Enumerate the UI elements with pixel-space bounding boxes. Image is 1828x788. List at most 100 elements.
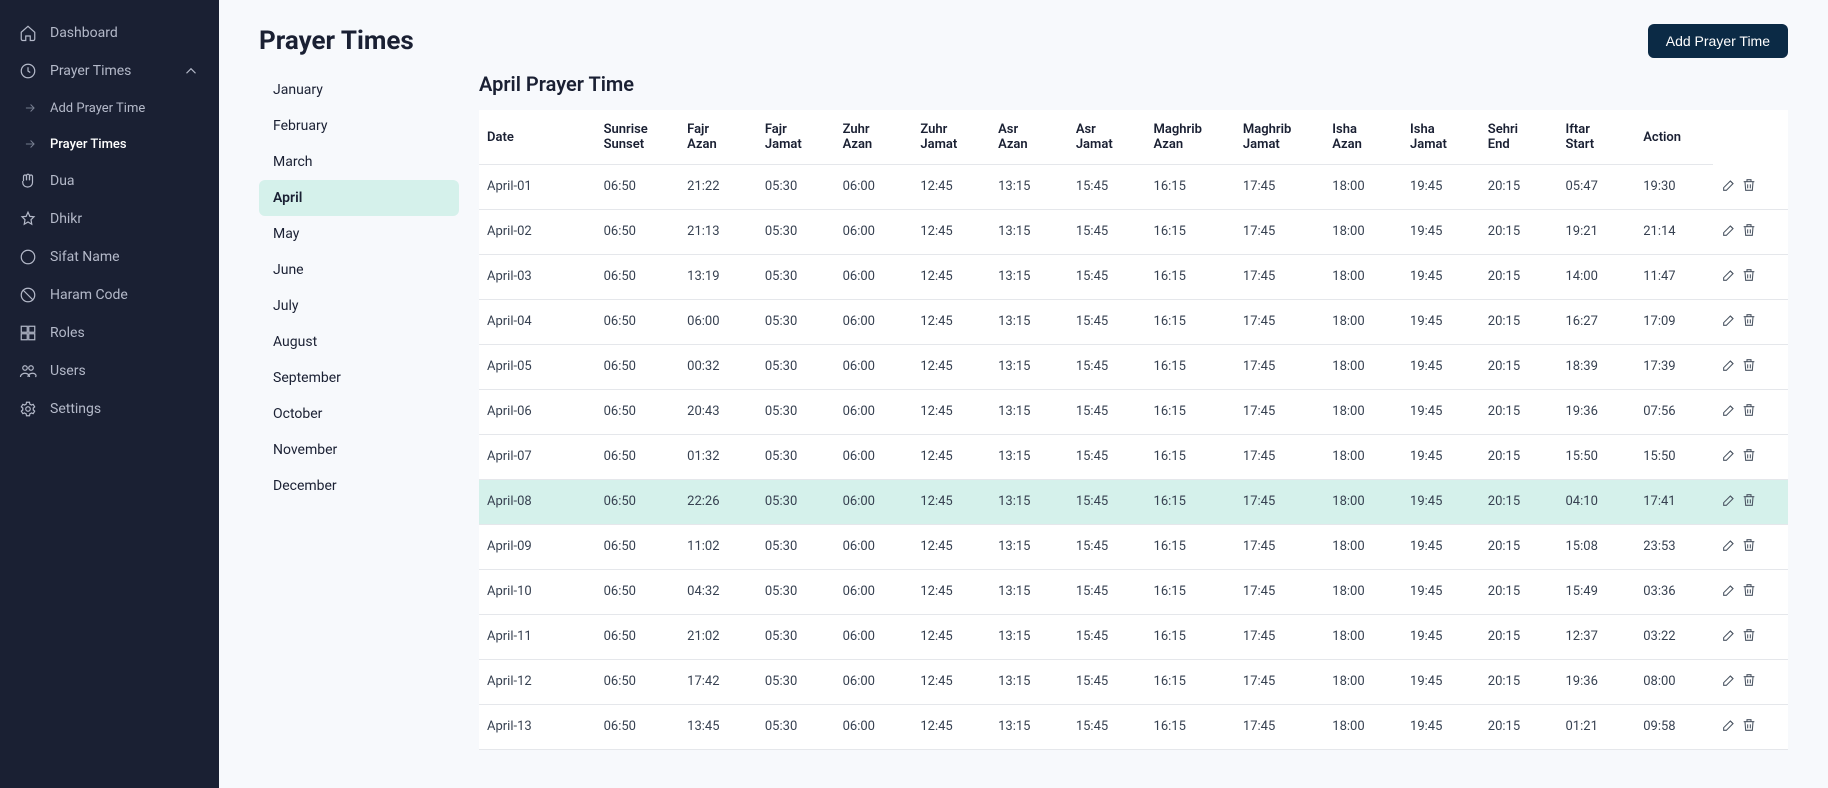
cell-value: 05:30: [757, 209, 835, 254]
month-subtitle: April Prayer Time: [479, 72, 1788, 96]
trash-icon[interactable]: [1741, 672, 1757, 692]
trash-icon[interactable]: [1741, 312, 1757, 332]
cell-value: 12:45: [912, 524, 990, 569]
cell-value: 19:45: [1402, 569, 1480, 614]
table-body: April-0106:5021:2205:3006:0012:4513:1515…: [479, 165, 1788, 750]
trash-icon[interactable]: [1741, 537, 1757, 557]
edit-icon[interactable]: [1721, 222, 1737, 242]
circle-icon: [18, 247, 38, 267]
subnav-item-add-prayer-time[interactable]: Add Prayer Time: [12, 90, 219, 126]
cell-value: 06:00: [835, 479, 913, 524]
cell-value: 18:00: [1324, 344, 1402, 389]
edit-icon[interactable]: [1721, 177, 1737, 197]
cell-value: 19:45: [1402, 209, 1480, 254]
cell-value: 20:15: [1480, 389, 1558, 434]
edit-icon[interactable]: [1721, 447, 1737, 467]
edit-icon[interactable]: [1721, 627, 1737, 647]
add-prayer-time-button[interactable]: Add Prayer Time: [1648, 24, 1788, 58]
trash-icon[interactable]: [1741, 582, 1757, 602]
subnav-item-prayer-times[interactable]: Prayer Times: [12, 126, 219, 162]
cell-value: 13:45: [679, 704, 757, 749]
page-title: Prayer Times: [259, 26, 414, 56]
sidebar-item-dhikr[interactable]: Dhikr: [0, 200, 219, 238]
edit-icon[interactable]: [1721, 717, 1737, 737]
cell-value: 16:15: [1146, 704, 1235, 749]
cell-value: 15:50: [1635, 434, 1713, 479]
sidebar-item-label: Settings: [50, 401, 101, 417]
sidebar-item-settings[interactable]: Settings: [0, 390, 219, 428]
cell-value: 00:32: [679, 344, 757, 389]
trash-icon[interactable]: [1741, 222, 1757, 242]
trash-icon[interactable]: [1741, 627, 1757, 647]
cell-value: 18:00: [1324, 209, 1402, 254]
month-item-june[interactable]: June: [259, 252, 459, 288]
col-header-maghrib-jamat: MaghribJamat: [1235, 110, 1324, 165]
trash-icon[interactable]: [1741, 357, 1757, 377]
sidebar-item-prayer-times[interactable]: Prayer Times: [0, 52, 219, 90]
cell-action: [1713, 479, 1788, 524]
cell-value: 16:15: [1146, 524, 1235, 569]
edit-icon[interactable]: [1721, 357, 1737, 377]
cell-value: 06:00: [835, 344, 913, 389]
cell-value: 18:00: [1324, 659, 1402, 704]
cell-value: 15:08: [1558, 524, 1636, 569]
cell-value: 19:45: [1402, 254, 1480, 299]
star-icon: [18, 209, 38, 229]
cell-date: April-12: [479, 659, 596, 704]
edit-icon[interactable]: [1721, 492, 1737, 512]
trash-icon[interactable]: [1741, 492, 1757, 512]
cell-value: 12:45: [912, 299, 990, 344]
cell-value: 12:45: [912, 165, 990, 210]
table-row: April-1206:5017:4205:3006:0012:4513:1515…: [479, 659, 1788, 704]
month-item-march[interactable]: March: [259, 144, 459, 180]
month-item-december[interactable]: December: [259, 468, 459, 504]
sidebar-item-users[interactable]: Users: [0, 352, 219, 390]
grid-icon: [18, 323, 38, 343]
col-header-line2: Sunset: [604, 137, 672, 152]
cell-value: 20:15: [1480, 659, 1558, 704]
month-item-november[interactable]: November: [259, 432, 459, 468]
cell-value: 18:00: [1324, 569, 1402, 614]
sidebar-item-dua[interactable]: Dua: [0, 162, 219, 200]
month-item-january[interactable]: January: [259, 72, 459, 108]
sidebar-item-haram-code[interactable]: Haram Code: [0, 276, 219, 314]
cell-value: 06:00: [679, 299, 757, 344]
trash-icon[interactable]: [1741, 447, 1757, 467]
sidebar-item-roles[interactable]: Roles: [0, 314, 219, 352]
cell-value: 20:15: [1480, 165, 1558, 210]
trash-icon[interactable]: [1741, 402, 1757, 422]
edit-icon[interactable]: [1721, 312, 1737, 332]
trash-icon[interactable]: [1741, 267, 1757, 287]
cell-date: April-11: [479, 614, 596, 659]
month-item-august[interactable]: August: [259, 324, 459, 360]
cell-value: 12:45: [912, 569, 990, 614]
month-item-april[interactable]: April: [259, 180, 459, 216]
cell-action: [1713, 569, 1788, 614]
cell-date: April-02: [479, 209, 596, 254]
month-item-may[interactable]: May: [259, 216, 459, 252]
month-item-september[interactable]: September: [259, 360, 459, 396]
edit-icon[interactable]: [1721, 267, 1737, 287]
edit-icon[interactable]: [1721, 402, 1737, 422]
month-item-july[interactable]: July: [259, 288, 459, 324]
sidebar-item-dashboard[interactable]: Dashboard: [0, 14, 219, 52]
trash-icon[interactable]: [1741, 177, 1757, 197]
cell-date: April-06: [479, 389, 596, 434]
col-header-line1: Maghrib: [1243, 122, 1316, 137]
cell-value: 07:56: [1635, 389, 1713, 434]
cell-value: 12:45: [912, 209, 990, 254]
month-item-february[interactable]: February: [259, 108, 459, 144]
gear-icon: [18, 399, 38, 419]
cell-value: 17:45: [1235, 299, 1324, 344]
cell-value: 12:37: [1558, 614, 1636, 659]
edit-icon[interactable]: [1721, 672, 1737, 692]
cell-value: 19:45: [1402, 389, 1480, 434]
cell-value: 12:45: [912, 344, 990, 389]
edit-icon[interactable]: [1721, 537, 1737, 557]
month-item-october[interactable]: October: [259, 396, 459, 432]
edit-icon[interactable]: [1721, 582, 1737, 602]
cell-action: [1713, 165, 1788, 210]
sidebar-item-sifat-name[interactable]: Sifat Name: [0, 238, 219, 276]
cell-date: April-10: [479, 569, 596, 614]
trash-icon[interactable]: [1741, 717, 1757, 737]
